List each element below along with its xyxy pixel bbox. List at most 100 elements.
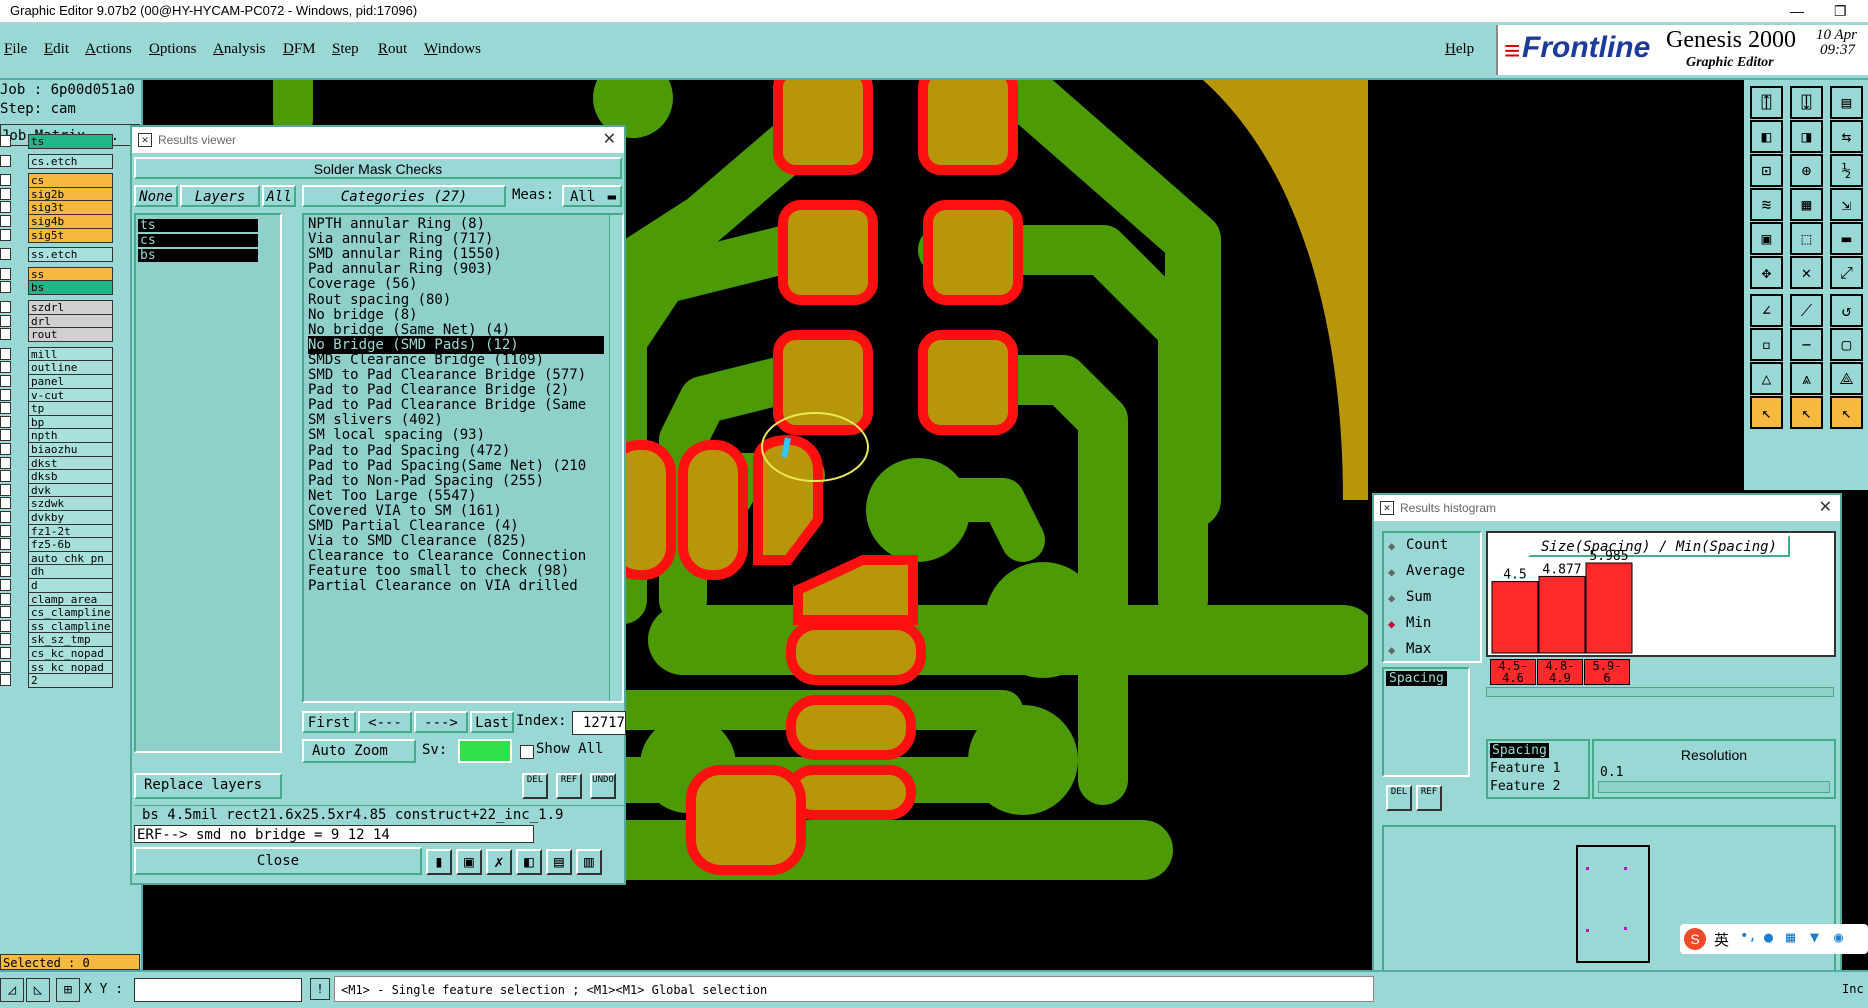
pan-left-icon[interactable]: ◧ [1750,120,1783,153]
report-icon[interactable]: ▤ [546,849,572,875]
sv-color-dropdown[interactable] [458,739,512,763]
grid-icon[interactable]: ◉ [1834,928,1843,946]
pad-icon[interactable]: ▫ [1750,328,1783,361]
layer-item[interactable]: rout [28,327,113,343]
connect-icon[interactable]: ✥ [1750,256,1783,289]
none-button[interactable]: None [134,185,178,207]
menu-help[interactable]: Help [1445,41,1474,58]
radio-icon[interactable]: ◆ [1388,591,1395,605]
layers-button[interactable]: Layers [180,185,260,207]
select-box-icon[interactable]: ▣ [1750,222,1783,255]
ime-punct-icon[interactable]: •, [1740,928,1757,944]
layers-icon[interactable]: ≋ [1750,188,1783,221]
histogram-option[interactable]: Min [1406,615,1431,631]
layer-checkbox[interactable] [0,551,11,564]
minus-icon[interactable]: − [1790,328,1823,361]
histogram-info-item[interactable]: Spacing [1490,743,1549,758]
menu-actions[interactable]: Actions [85,41,132,58]
menu-edit[interactable]: Edit [44,41,69,58]
zoom-in-icon[interactable]: ⊕ [1790,154,1823,187]
microphone-icon[interactable]: ● [1764,928,1773,946]
layer-checkbox[interactable] [0,415,11,428]
close-button[interactable]: Close [134,847,422,875]
pointer3-icon[interactable]: ↖ [1830,396,1863,429]
menu-file[interactable]: File [4,41,27,58]
line-icon[interactable]: ∠ [1750,294,1783,327]
last-button[interactable]: Last [470,711,514,733]
layer-item[interactable]: sig5t [28,227,113,243]
layer-item[interactable]: bs [28,280,113,296]
undo-button[interactable]: UNDO [590,773,616,799]
zoom-tool-icon[interactable]: ◿ [0,978,24,1002]
node-icon[interactable]: ⤢ [1830,256,1863,289]
box-icon[interactable]: ▢ [1830,328,1863,361]
layer-item[interactable]: 2 [28,673,113,689]
auto-zoom-dropdown[interactable]: Auto Zoom [302,739,416,763]
layer-checkbox[interactable] [0,174,11,187]
histogram-info-item[interactable]: Feature 1 [1490,761,1560,776]
radio-icon[interactable]: ◆ [1388,539,1395,553]
radio-icon[interactable]: ◆ [1388,565,1395,579]
close-icon[interactable]: ✕ [603,127,616,153]
layer-checkbox[interactable] [0,483,11,496]
ref-button[interactable]: REF [556,773,582,799]
hist-ref-button[interactable]: REF [1416,785,1442,811]
display-bottom-icon[interactable]: ⍗ [1790,86,1823,119]
line2-icon[interactable]: ⟋ [1790,294,1823,327]
all-button[interactable]: All [262,185,296,207]
layer-checkbox[interactable] [0,606,11,619]
measure-tool-icon[interactable]: ◺ [26,978,50,1002]
layer-item[interactable]: cs.etch [28,153,113,169]
zoom-icon[interactable]: ▮ [426,849,452,875]
histogram-field-list[interactable]: Spacing [1382,667,1470,777]
snap-icon[interactable]: ▤ [1830,86,1863,119]
layer-checkbox[interactable] [0,215,11,227]
layer-checkbox[interactable] [0,328,11,341]
menu-step[interactable]: Step [332,41,359,58]
histogram-bar[interactable] [1585,562,1633,654]
spacing-item[interactable]: Spacing [1386,671,1447,686]
next-button[interactable]: ---> [414,711,468,733]
histogram-bar[interactable] [1491,581,1539,654]
layer-checkbox[interactable] [0,660,11,673]
histogram-bar[interactable] [1538,575,1586,654]
layer-checkbox[interactable] [0,674,11,687]
menu-rout[interactable]: Rout [378,41,407,58]
result-layer-list[interactable]: ts cs bs [134,213,282,753]
shape-icon[interactable]: ⬚ [1790,222,1823,255]
arc-icon[interactable]: ↺ [1830,294,1863,327]
histogram-option[interactable]: Max [1406,641,1431,657]
ime-lang[interactable]: 英 [1714,929,1729,950]
minimize-button[interactable]: — [1790,0,1804,22]
triangle3-icon[interactable]: ⟁ [1830,362,1863,395]
layer-checkbox[interactable] [0,388,11,401]
maximize-button[interactable]: ❐ [1834,0,1847,22]
layer-checkbox[interactable] [0,248,11,261]
histogram-info-item[interactable]: Feature 2 [1490,779,1560,794]
show-all-checkbox[interactable] [520,745,534,759]
radio-icon[interactable]: ◆ [1388,617,1395,631]
keyboard-icon[interactable]: ▦ [1786,928,1795,946]
histogram-scrollbar[interactable] [1486,687,1834,697]
layer-checkbox[interactable] [0,633,11,646]
layer-checkbox[interactable] [0,135,11,147]
layer-checkbox[interactable] [0,443,11,455]
layer-item[interactable]: ss.etch [28,247,113,263]
index-input[interactable]: 12717 [572,711,626,735]
shirt-icon[interactable]: ▼ [1810,928,1819,946]
layer-checkbox[interactable] [0,154,11,167]
result-layer-item[interactable]: bs [138,249,258,262]
del-button[interactable]: DEL [522,773,548,799]
result-layer-item[interactable]: ts [138,219,258,232]
categories-scrollbar[interactable] [609,215,622,701]
pan-right-icon[interactable]: ◨ [1790,120,1823,153]
layer-checkbox[interactable] [0,524,11,537]
histogram-option[interactable]: Sum [1406,589,1431,605]
triangle-icon[interactable]: △ [1750,362,1783,395]
menu-windows[interactable]: Windows [424,41,481,58]
layer-checkbox[interactable] [0,267,11,280]
pointer-icon[interactable]: ↖ [1750,396,1783,429]
layer-checkbox[interactable] [0,429,11,442]
grid-tool-icon[interactable]: ⊞ [56,978,80,1002]
menu-analysis[interactable]: Analysis [213,41,266,58]
